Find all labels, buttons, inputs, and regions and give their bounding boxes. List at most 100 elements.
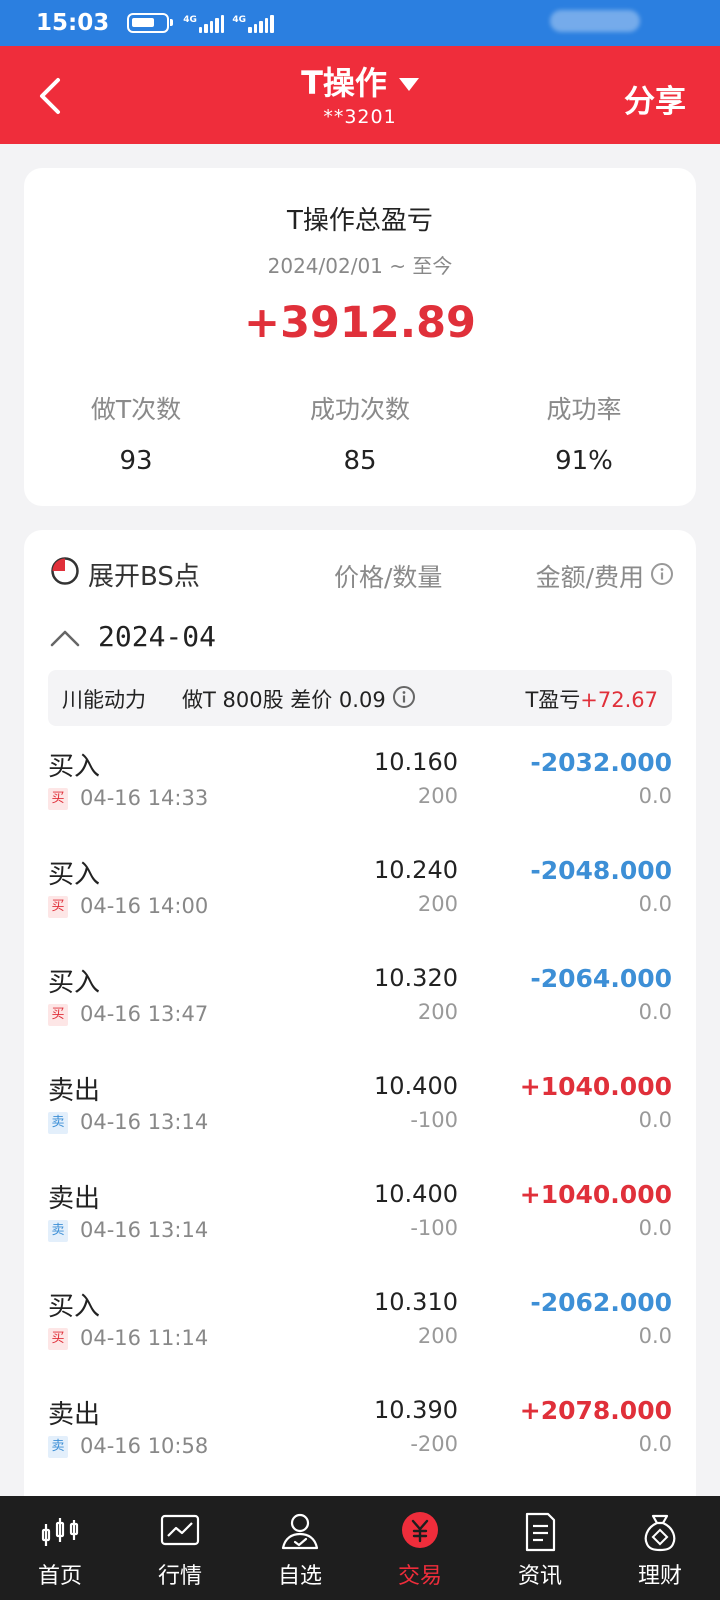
stat-t-count: 做T次数 93 — [24, 390, 248, 476]
yen-icon — [402, 1512, 438, 1548]
status-time: 15:03 — [36, 10, 110, 36]
nav-label: 首页 — [37, 1564, 82, 1589]
nav-item-news[interactable]: 资讯 — [480, 1496, 600, 1600]
share-button[interactable]: 分享 — [624, 76, 686, 121]
side-badge: 卖 — [48, 1112, 68, 1134]
transaction-quantity: -100 — [410, 1108, 458, 1132]
transaction-time: 04-16 13:14 — [80, 1110, 209, 1134]
nav-item-watchlist[interactable]: 自选 — [240, 1496, 360, 1600]
transaction-amount: +1040.000 — [519, 1180, 672, 1209]
transaction-row[interactable]: 卖出卖 04-16 10:58 10.390 -200 +2078.000 0.0 — [24, 1384, 696, 1492]
nav-label: 自选 — [277, 1564, 322, 1589]
stat-value: 93 — [119, 446, 153, 476]
trade-group-summary: 川能动力 做T 800股 差价 0.09 T盈亏+72.67 — [48, 670, 672, 726]
column-header: 展开BS点 价格/数量 金额/费用 — [24, 550, 696, 594]
info-icon[interactable] — [650, 562, 674, 586]
transaction-time: 04-16 11:14 — [80, 1326, 209, 1350]
stats-row: 做T次数 93 成功次数 85 成功率 91% — [24, 390, 696, 476]
transaction-row[interactable]: 买入买 04-16 14:33 10.160 200 -2032.000 0.0 — [24, 736, 696, 844]
bottom-navigation: 首页 行情 自选 交易 资讯 理财 — [0, 1496, 720, 1600]
transaction-time: 04-16 14:33 — [80, 786, 209, 810]
nav-item-wealth[interactable]: 理财 — [600, 1496, 720, 1600]
total-pnl: +3912.89 — [244, 298, 476, 348]
signal-icon: 4G 4G — [183, 13, 281, 33]
account-number: **3201 — [323, 106, 397, 128]
transaction-amount: -2048.000 — [530, 856, 672, 885]
side-badge: 买 — [48, 788, 68, 810]
status-bar: 15:03 4G 4G — [0, 0, 720, 46]
transaction-type: 买入 — [48, 860, 101, 890]
transaction-row[interactable]: 买入买 04-16 14:00 10.240 200 -2048.000 0.0 — [24, 844, 696, 952]
transaction-quantity: 200 — [417, 784, 458, 808]
month-section-header[interactable]: 2024-04 — [24, 618, 696, 658]
money-bag-icon — [644, 1514, 676, 1552]
t-pnl-label: T盈亏 — [525, 688, 581, 712]
nav-item-home[interactable]: 首页 — [0, 1496, 120, 1600]
battery-icon — [127, 13, 174, 33]
side-badge: 买 — [48, 1328, 68, 1350]
caret-down-icon — [398, 77, 419, 91]
nav-label: 交易 — [397, 1564, 442, 1589]
chart-icon — [160, 1514, 200, 1546]
transaction-row[interactable]: 卖出卖 04-16 13:14 10.400 -100 +1040.000 0.0 — [24, 1060, 696, 1168]
transaction-fee: 0.0 — [638, 1000, 672, 1024]
column-amount-fee: 金额/费用 — [535, 563, 644, 592]
side-badge: 买 — [48, 896, 68, 918]
nav-item-trade[interactable]: 交易 — [360, 1496, 480, 1600]
transaction-quantity: -100 — [410, 1216, 458, 1240]
transaction-row[interactable]: 卖出卖 04-16 13:14 10.400 -100 +1040.000 0.0 — [24, 1168, 696, 1276]
transaction-quantity: -200 — [410, 1432, 458, 1456]
transaction-price: 10.390 — [374, 1396, 458, 1424]
transaction-price: 10.400 — [374, 1180, 458, 1208]
stat-value: 91% — [555, 446, 613, 476]
transaction-type: 买入 — [48, 1292, 101, 1322]
transaction-amount: +1040.000 — [519, 1072, 672, 1101]
info-icon[interactable] — [392, 685, 416, 709]
title-dropdown[interactable]: T操作 **3201 — [0, 58, 720, 128]
t-pnl-value: +72.67 — [580, 688, 658, 712]
nav-label: 理财 — [637, 1564, 682, 1589]
transaction-time: 04-16 14:00 — [80, 894, 209, 918]
transaction-fee: 0.0 — [638, 892, 672, 916]
side-badge: 买 — [48, 1004, 68, 1026]
network-type-2: 4G — [232, 15, 247, 25]
transaction-row[interactable]: 买入买 04-16 11:14 10.310 200 -2062.000 0.0 — [24, 1276, 696, 1384]
document-icon — [525, 1512, 556, 1552]
transaction-amount: -2064.000 — [530, 964, 672, 993]
transaction-fee: 0.0 — [638, 1324, 672, 1348]
app-header: T操作 **3201 分享 — [0, 46, 720, 144]
summary-card: T操作总盈亏 2024/02/01 ~ 至今 +3912.89 做T次数 93 … — [24, 168, 696, 506]
transaction-row[interactable]: 买入买 04-16 13:47 10.320 200 -2064.000 0.0 — [24, 952, 696, 1060]
page-title: T操作 — [301, 64, 387, 102]
expand-bs-points-toggle[interactable]: 展开BS点 — [88, 556, 200, 593]
detail-card: 展开BS点 价格/数量 金额/费用 2024-04 川能动力 做T 800股 差… — [24, 530, 696, 1530]
transaction-quantity: 200 — [417, 1000, 458, 1024]
transaction-price: 10.310 — [374, 1288, 458, 1316]
transaction-price: 10.400 — [374, 1072, 458, 1100]
month-label: 2024-04 — [98, 620, 217, 653]
transaction-fee: 0.0 — [638, 1216, 672, 1240]
summary-title: T操作总盈亏 — [287, 206, 433, 236]
transaction-type: 卖出 — [48, 1184, 101, 1214]
t-pnl: T盈亏+72.67 — [525, 684, 658, 714]
stat-label: 做T次数 — [90, 395, 182, 424]
transaction-type: 买入 — [48, 968, 101, 998]
network-type-1: 4G — [183, 15, 197, 25]
transaction-fee: 0.0 — [638, 1432, 672, 1456]
transaction-quantity: 200 — [417, 1324, 458, 1348]
transaction-amount: -2062.000 — [530, 1288, 672, 1317]
transaction-type: 卖出 — [48, 1076, 101, 1106]
stat-label: 成功次数 — [309, 395, 410, 424]
user-check-icon — [281, 1513, 319, 1550]
stock-name: 川能动力 — [62, 688, 146, 712]
pie-chart-icon[interactable] — [50, 556, 80, 586]
transaction-amount: -2032.000 — [530, 748, 672, 777]
chevron-up-icon — [50, 630, 80, 647]
transaction-price: 10.320 — [374, 964, 458, 992]
stat-label: 成功率 — [546, 395, 622, 424]
stat-success-count: 成功次数 85 — [248, 390, 472, 476]
nav-item-market[interactable]: 行情 — [120, 1496, 240, 1600]
transaction-time: 04-16 13:14 — [80, 1218, 209, 1242]
nav-label: 行情 — [157, 1564, 202, 1589]
transaction-price: 10.240 — [374, 856, 458, 884]
